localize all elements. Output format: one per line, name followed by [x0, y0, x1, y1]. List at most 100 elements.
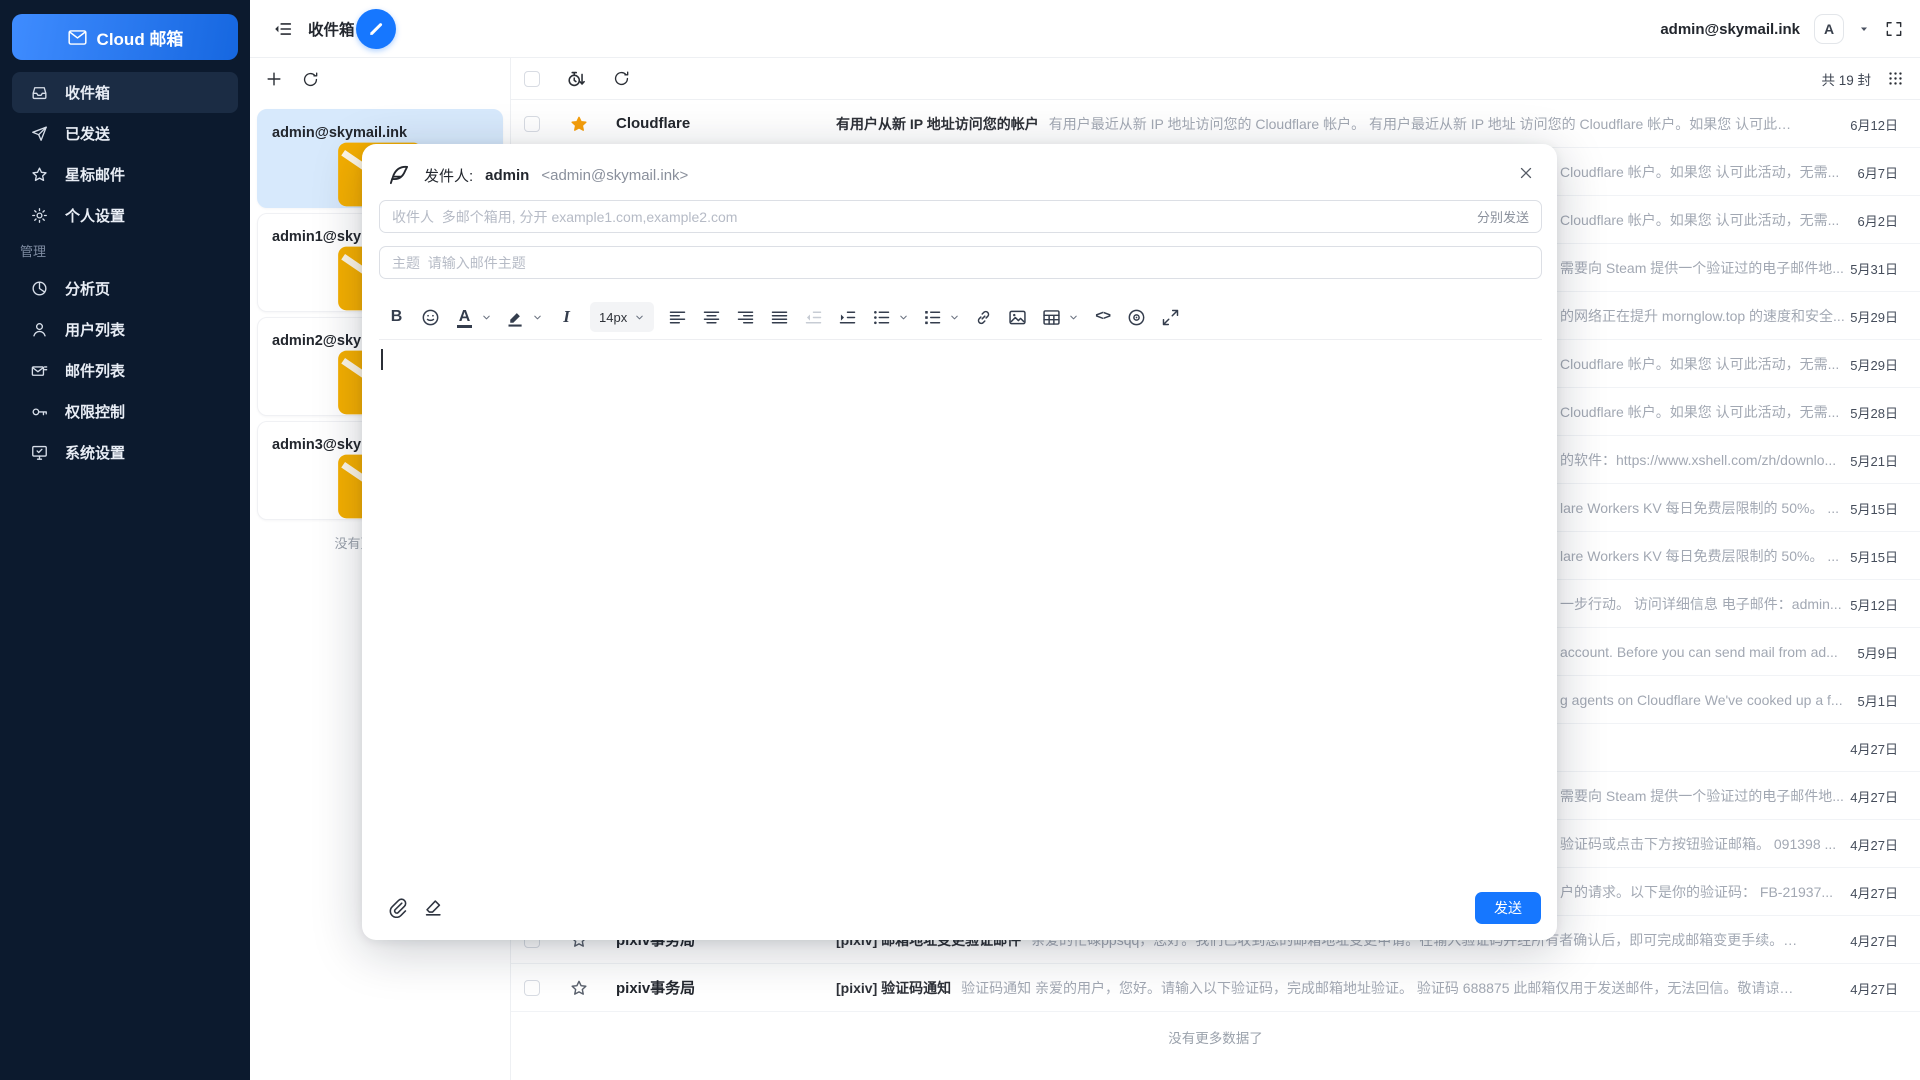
account-address: admin@skymail.ink	[272, 125, 488, 141]
link-button[interactable]	[973, 307, 994, 328]
row-preview-tail: lare Workers KV 每日免费层限制的 50%。 ...	[1560, 484, 1845, 532]
highlight-button[interactable]	[505, 307, 526, 328]
align-justify-button[interactable]	[769, 307, 790, 328]
topbar: 收件箱 admin@skymail.ink A	[250, 0, 1920, 58]
row-date: 5月15日	[1850, 532, 1898, 580]
refresh-accounts-icon[interactable]	[301, 70, 320, 89]
image-button[interactable]	[1007, 307, 1028, 328]
emoji-button[interactable]	[420, 307, 441, 328]
table-button[interactable]	[1041, 307, 1062, 328]
row-preview: 验证码通知 亲爱的用户，您好。请输入以下验证码，完成邮箱地址验证。 验证码 68…	[961, 978, 1800, 998]
recipient-field-wrap: 分别发送	[379, 200, 1542, 233]
star-outline-icon[interactable]	[569, 978, 589, 998]
avatar[interactable]: A	[1814, 14, 1844, 44]
subject-field-wrap	[379, 246, 1542, 279]
bullet-list-button[interactable]	[871, 307, 892, 328]
mail-row[interactable]: Cloudflare有用户从新 IP 地址访问您的帐户有用户最近从新 IP 地址…	[511, 100, 1920, 148]
close-icon[interactable]	[1517, 164, 1535, 182]
user-email: admin@skymail.ink	[1660, 21, 1800, 38]
text-color-dropdown-icon[interactable]	[481, 312, 492, 323]
indent-button[interactable]	[837, 307, 858, 328]
collapse-panel-icon[interactable]	[272, 18, 294, 40]
sidebar-item-用户列表[interactable]: 用户列表	[12, 309, 238, 350]
editor-fullscreen-button[interactable]	[1160, 307, 1181, 328]
pie-chart-icon	[30, 279, 49, 298]
sidebar-item-星标邮件[interactable]: 星标邮件	[12, 154, 238, 195]
font-size-select[interactable]: 14px	[590, 302, 654, 332]
chevron-down-icon[interactable]	[1858, 23, 1870, 35]
fullscreen-icon[interactable]	[1884, 19, 1904, 39]
attachment-icon[interactable]	[386, 896, 408, 918]
sidebar-item-邮件列表[interactable]: 邮件列表	[12, 350, 238, 391]
sidebar-item-label: 星标邮件	[65, 164, 125, 185]
row-preview-tail: Cloudflare 帐户。如果您 认可此活动，无需...	[1560, 388, 1845, 436]
row-preview-tail: 验证码或点击下方按钮验证邮箱。 091398 ...	[1560, 820, 1845, 868]
align-center-button[interactable]	[701, 307, 722, 328]
sidebar-item-label: 分析页	[65, 278, 110, 299]
mail-row[interactable]: pixiv事务局[pixiv] 验证码通知验证码通知 亲爱的用户，您好。请输入以…	[511, 964, 1920, 1012]
code-button[interactable]: <>	[1092, 307, 1113, 328]
sidebar-item-label: 权限控制	[65, 401, 125, 422]
row-preview-tail: 需要向 Steam 提供一个验证过的电子邮件地...	[1560, 244, 1845, 292]
row-date: 4月27日	[1850, 868, 1898, 916]
sidebar-item-个人设置[interactable]: 个人设置	[12, 195, 238, 236]
sidebar-item-分析页[interactable]: 分析页	[12, 268, 238, 309]
topbar-user-area: admin@skymail.ink A	[1660, 0, 1904, 58]
table-dropdown-icon[interactable]	[1068, 312, 1079, 323]
eraser-icon[interactable]	[422, 896, 444, 918]
sidebar-section-label: 管理	[20, 241, 46, 260]
bold-button[interactable]: B	[386, 307, 407, 328]
recipient-input[interactable]	[392, 209, 1465, 225]
row-date: 4月27日	[1850, 916, 1898, 964]
split-send-button[interactable]: 分别发送	[1477, 207, 1529, 226]
row-preview-tail: 户的请求。以下是你的验证码： FB-21937...	[1560, 868, 1845, 916]
ordered-list-dropdown-icon[interactable]	[949, 312, 960, 323]
row-date: 5月31日	[1850, 244, 1898, 292]
align-right-button[interactable]	[735, 307, 756, 328]
sidebar-item-系统设置[interactable]: 系统设置	[12, 432, 238, 473]
compose-button[interactable]	[356, 9, 396, 49]
sort-by-time-icon[interactable]	[566, 68, 588, 90]
select-all-checkbox[interactable]	[524, 71, 540, 87]
compose-body-editor[interactable]	[379, 340, 1542, 880]
star-filled-icon[interactable]	[569, 114, 589, 134]
sidebar-item-已发送[interactable]: 已发送	[12, 113, 238, 154]
monitor-check-icon	[30, 443, 49, 462]
from-label: 发件人:	[424, 165, 473, 186]
row-date: 6月12日	[1850, 100, 1898, 148]
add-account-icon[interactable]	[264, 69, 284, 89]
sidebar-item-收件箱[interactable]: 收件箱	[12, 72, 238, 113]
row-date: 5月28日	[1850, 388, 1898, 436]
ordered-list-button[interactable]	[922, 307, 943, 328]
refresh-list-icon[interactable]	[612, 69, 631, 88]
align-left-button[interactable]	[667, 307, 688, 328]
font-size-dropdown-icon[interactable]	[634, 312, 645, 323]
app-logo[interactable]: Cloud 邮箱	[12, 14, 238, 60]
row-text: 有用户从新 IP 地址访问您的帐户有用户最近从新 IP 地址访问您的 Cloud…	[836, 114, 1800, 134]
sidebar-item-权限控制[interactable]: 权限控制	[12, 391, 238, 432]
row-date: 5月12日	[1850, 580, 1898, 628]
send-button[interactable]: 发送	[1475, 892, 1541, 924]
italic-button[interactable]: I	[556, 307, 577, 328]
row-preview: 有用户最近从新 IP 地址访问您的 Cloudflare 帐户。 有用户最近从新…	[1049, 114, 1800, 134]
row-preview-tail: Cloudflare 帐户。如果您 认可此活动，无需...	[1560, 340, 1845, 388]
gear-icon	[30, 206, 49, 225]
preview-button[interactable]	[1126, 307, 1147, 328]
row-checkbox[interactable]	[524, 980, 540, 996]
row-checkbox[interactable]	[524, 116, 540, 132]
mail-list-toolbar: 共 19 封	[511, 58, 1920, 100]
account-toolbar	[250, 58, 510, 100]
row-date: 4月27日	[1850, 772, 1898, 820]
bullet-list-dropdown-icon[interactable]	[898, 312, 909, 323]
subject-input[interactable]	[392, 255, 1529, 271]
highlight-dropdown-icon[interactable]	[532, 312, 543, 323]
star-icon	[30, 165, 49, 184]
sidebar-item-label: 用户列表	[65, 319, 125, 340]
list-no-more-text: 没有更多数据了	[511, 1027, 1920, 1047]
row-date: 4月27日	[1850, 820, 1898, 868]
user-icon	[30, 320, 49, 339]
grid-view-icon[interactable]	[1887, 70, 1904, 87]
text-color-button[interactable]: A	[454, 307, 475, 328]
row-preview-tail: 的网络正在提升 mornglow.top 的速度和安全...	[1560, 292, 1845, 340]
inbox-icon	[30, 83, 49, 102]
